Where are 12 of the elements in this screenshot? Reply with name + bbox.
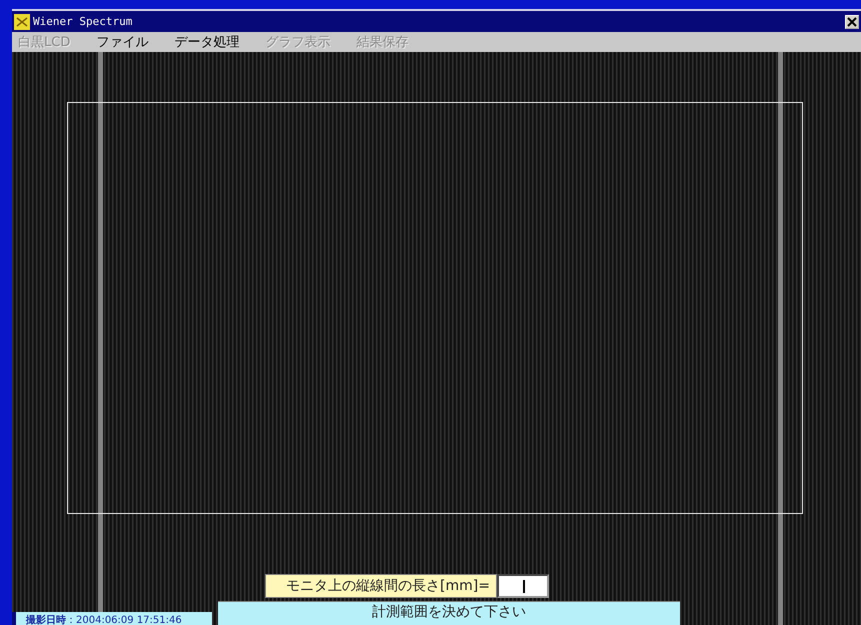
menu-item[interactable]: データ処理: [174, 33, 240, 51]
close-button[interactable]: [845, 14, 859, 28]
menu-item[interactable]: ファイル: [96, 33, 148, 51]
timestamp: ：2004:06:09 17:51:46: [66, 614, 182, 625]
window-title: Wiener Spectrum: [33, 15, 132, 28]
text-cursor: [522, 580, 525, 593]
prompt-label: モニタ上の縦線間の長さ[mm]=: [265, 574, 497, 598]
app-icon: [14, 14, 30, 30]
selection-rectangle[interactable]: [67, 102, 803, 514]
status-message: 計測範囲を決めて下さい: [218, 601, 680, 625]
input-field[interactable]: [496, 574, 549, 598]
timestamp-label: 撮影日時: [26, 614, 66, 625]
